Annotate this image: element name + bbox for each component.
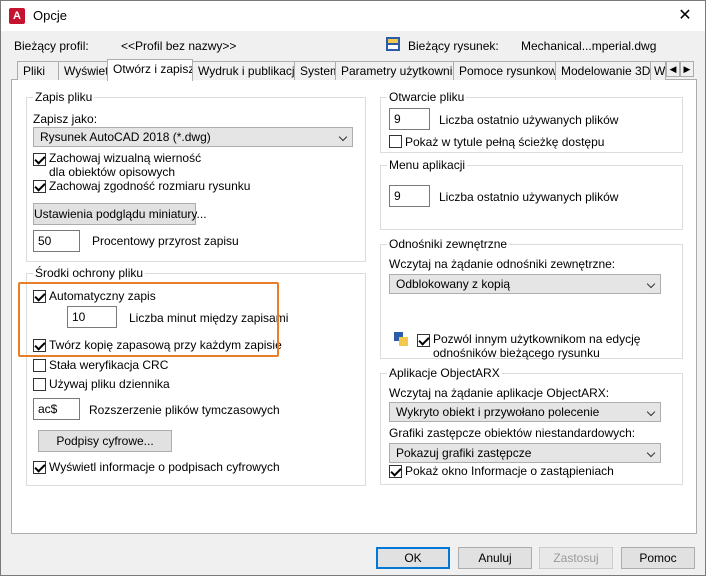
incremental-save-input[interactable]: 50: [33, 230, 80, 252]
drawing-icon: [385, 36, 401, 52]
current-profile-value: <<Profil bez nazwy>>: [121, 39, 237, 53]
app-menu-title: Menu aplikacji: [387, 158, 468, 172]
file-save-title: Zapis pliku: [33, 90, 95, 104]
autosave-checkbox[interactable]: [33, 290, 46, 303]
xref-edit-icon: [393, 331, 409, 347]
arx-demand-select[interactable]: Wykryto obiekt i przywołano polecenie: [389, 402, 661, 422]
visual-fidelity-checkbox[interactable]: [33, 153, 46, 166]
tab-3d-modeling[interactable]: Modelowanie 3D: [555, 61, 651, 80]
show-signatures-checkbox[interactable]: [33, 461, 46, 474]
proxy-graphics-label: Grafiki zastępcze obiektów niestandardow…: [389, 426, 636, 440]
full-path-checkbox[interactable]: [389, 135, 402, 148]
xref-title: Odnośniki zewnętrzne: [387, 237, 510, 251]
xref-demand-select[interactable]: Odblokowany z kopią: [389, 274, 661, 294]
incremental-save-label: Procentowy przyrost zapisu: [92, 234, 239, 248]
chevron-down-icon: [646, 448, 656, 458]
proxy-graphics-select[interactable]: Pokazuj grafiki zastępcze: [389, 443, 661, 463]
save-as-label: Zapisz jako:: [33, 112, 98, 126]
crc-checkbox[interactable]: [33, 359, 46, 372]
visual-fidelity-label: Zachowaj wizualną wierność dla obiektów …: [49, 151, 202, 179]
options-dialog: A Opcje ✕ Bieżący profil: <<Profil bez n…: [0, 0, 706, 576]
title-bar: A Opcje ✕: [1, 1, 705, 31]
menu-recent-label: Liczba ostatnio używanych plików: [439, 190, 619, 204]
arx-demand-value: Wykryto obiekt i przywołano polecenie: [396, 405, 600, 419]
cancel-button[interactable]: Anuluj: [458, 547, 532, 569]
file-open-title: Otwarcie pliku: [387, 90, 467, 104]
digital-signatures-button[interactable]: Podpisy cyfrowe...: [38, 430, 172, 452]
crc-label: Stała weryfikacja CRC: [49, 358, 169, 372]
temp-extension-label: Rozszerzenie plików tymczasowych: [89, 403, 280, 417]
tab-scroll-right-icon[interactable]: ▶: [680, 61, 694, 77]
open-recent-label: Liczba ostatnio używanych plików: [439, 113, 619, 127]
thumbnail-settings-button[interactable]: Ustawienia podglądu miniatury...: [33, 203, 207, 225]
current-drawing-value: Mechanical...mperial.dwg: [521, 39, 657, 53]
full-path-label: Pokaż w tytule pełną ścieżkę dostępu: [405, 135, 605, 149]
log-file-label: Używaj pliku dziennika: [49, 377, 170, 391]
tab-system[interactable]: System: [294, 61, 336, 80]
size-compat-label: Zachowaj zgodność rozmiaru rysunku: [49, 179, 251, 193]
tab-open-save[interactable]: Otwórz i zapisz: [107, 59, 193, 81]
arx-demand-label: Wczytaj na żądanie aplikacje ObjectARX:: [389, 386, 610, 400]
tab-scroll-left-icon[interactable]: ◀: [666, 61, 680, 77]
allow-xref-edit-label: Pozwól innym użytkownikom na edycję odno…: [433, 332, 641, 360]
menu-recent-input[interactable]: 9: [389, 185, 430, 207]
chevron-down-icon: [646, 407, 656, 417]
open-recent-input[interactable]: 9: [389, 108, 430, 130]
tab-files[interactable]: Pliki: [17, 61, 59, 80]
chevron-down-icon: [338, 132, 348, 142]
current-profile-label: Bieżący profil:: [14, 39, 89, 53]
help-button[interactable]: Pomoc: [621, 547, 695, 569]
tab-strip: Pliki Wyświetl Otwórz i zapisz Wydruk i …: [11, 59, 697, 81]
file-safety-title: Środki ochrony pliku: [33, 266, 146, 280]
autosave-minutes-label: Liczba minut między zapisami: [129, 311, 289, 325]
tab-plot-publish[interactable]: Wydruk i publikacja: [192, 61, 295, 80]
xref-demand-value: Odblokowany z kopią: [396, 277, 511, 291]
chevron-down-icon: [646, 279, 656, 289]
allow-xref-edit-checkbox[interactable]: [417, 334, 430, 347]
temp-extension-input[interactable]: ac$: [33, 398, 80, 420]
close-icon[interactable]: ✕: [665, 1, 705, 31]
backup-checkbox[interactable]: [33, 339, 46, 352]
window-title: Opcje: [33, 8, 67, 23]
tab-drafting[interactable]: Pomoce rysunkowe: [453, 61, 556, 80]
tab-overflow[interactable]: W: [650, 61, 666, 80]
tab-user-preferences[interactable]: Parametry użytkownika: [335, 61, 454, 80]
tab-display[interactable]: Wyświetl: [58, 61, 108, 80]
backup-label: Twórz kopię zapasową przy każdym zapisie: [49, 338, 282, 352]
size-compat-checkbox[interactable]: [33, 180, 46, 193]
objectarx-title: Aplikacje ObjectARX: [387, 366, 502, 380]
ok-button[interactable]: OK: [376, 547, 450, 569]
autosave-label: Automatyczny zapis: [49, 289, 156, 303]
show-signatures-label: Wyświetl informacje o podpisach cyfrowyc…: [49, 460, 280, 474]
xref-demand-label: Wczytaj na żądanie odnośniki zewnętrzne:: [389, 257, 616, 271]
autocad-app-icon: A: [9, 8, 25, 24]
proxy-info-label: Pokaż okno Informacje o zastąpieniach: [405, 464, 614, 478]
apply-button[interactable]: Zastosuj: [539, 547, 613, 569]
autosave-minutes-input[interactable]: 10: [67, 306, 117, 328]
save-as-select[interactable]: Rysunek AutoCAD 2018 (*.dwg): [33, 127, 353, 147]
log-file-checkbox[interactable]: [33, 378, 46, 391]
proxy-graphics-value: Pokazuj grafiki zastępcze: [396, 446, 532, 460]
current-drawing-label: Bieżący rysunek:: [408, 39, 499, 53]
save-as-value: Rysunek AutoCAD 2018 (*.dwg): [40, 130, 211, 144]
proxy-info-checkbox[interactable]: [389, 465, 402, 478]
